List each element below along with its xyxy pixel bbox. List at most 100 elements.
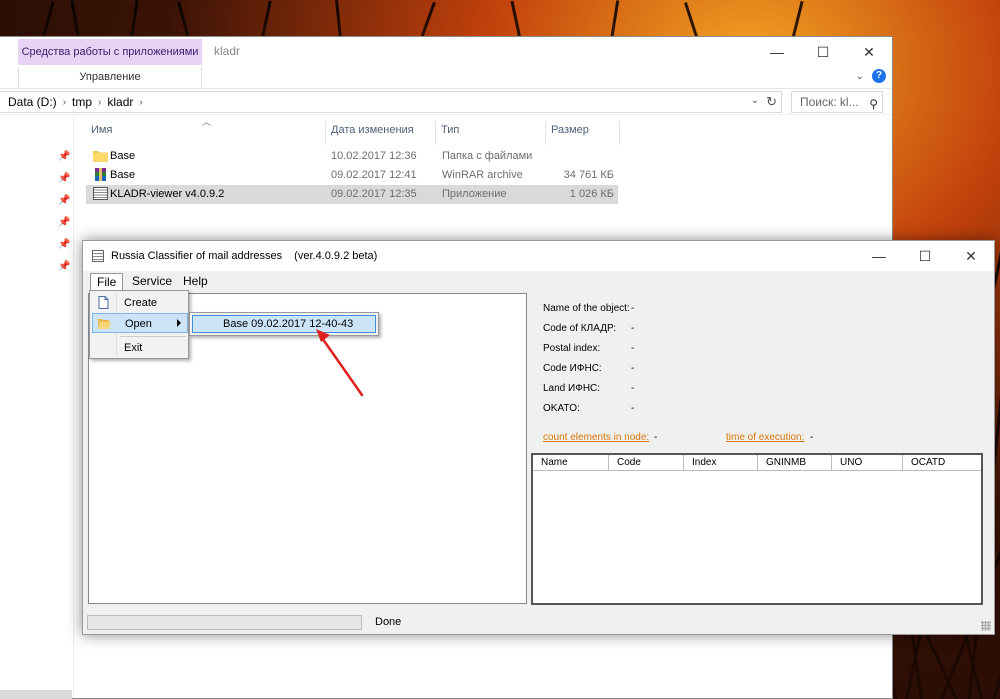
breadcrumb-kladr[interactable]: kladr xyxy=(107,95,133,109)
file-size: 34 761 КБ xyxy=(563,169,614,181)
app-title-text: Russia Classifier of mail addresses xyxy=(111,250,283,262)
app-title: Russia Classifier of mail addresses (ver.… xyxy=(111,250,377,262)
status-text: Done xyxy=(375,616,402,628)
maximize-button[interactable]: ☐ xyxy=(800,37,846,67)
minimize-button[interactable]: — xyxy=(856,241,902,271)
search-placeholder: Поиск: kl... xyxy=(800,95,859,109)
file-name: KLADR-viewer v4.0.9.2 xyxy=(110,188,225,200)
tab-manage[interactable]: Управление xyxy=(18,67,202,89)
app-window: Russia Classifier of mail addresses (ver.… xyxy=(82,240,995,635)
app-icon xyxy=(92,250,104,262)
menu-item-create[interactable]: Create xyxy=(92,293,188,313)
chevron-right-icon[interactable]: › xyxy=(98,97,101,108)
minimize-button[interactable]: — xyxy=(754,37,800,67)
grass-blade xyxy=(420,1,436,39)
pin-icon[interactable]: 📌 xyxy=(58,195,70,206)
column-name[interactable]: Имя xyxy=(86,121,326,145)
info-label: Land ИФНС: xyxy=(543,383,601,394)
grid-column-uno[interactable]: UNO xyxy=(832,455,903,471)
menu-file[interactable]: File xyxy=(90,273,124,291)
menu-help[interactable]: Help xyxy=(177,273,214,291)
menu-separator xyxy=(120,336,186,337)
file-row[interactable]: Base 09.02.2017 12:41 WinRAR archive 34 … xyxy=(86,166,618,185)
time-of-execution-value: - xyxy=(810,432,814,443)
results-grid[interactable]: Name Code Index GNINMB UNO OCATD xyxy=(531,453,983,605)
breadcrumb-tmp[interactable]: tmp xyxy=(72,95,92,109)
grass-blade xyxy=(610,0,620,41)
grid-header: Name Code Index GNINMB UNO OCATD xyxy=(533,455,981,471)
file-type: WinRAR archive xyxy=(442,169,523,181)
progress-bar xyxy=(87,615,362,630)
window-controls: — ☐ ✕ xyxy=(856,241,994,271)
pin-icon[interactable]: 📌 xyxy=(58,151,70,162)
menu-service[interactable]: Service xyxy=(126,273,178,291)
maximize-button[interactable]: ☐ xyxy=(902,241,948,271)
address-row: Data (D:) › tmp › kladr › ⌄ ↻ Поиск: kl.… xyxy=(0,89,892,115)
close-button[interactable]: ✕ xyxy=(948,241,994,271)
info-label: Name of the object: xyxy=(543,303,630,314)
count-elements-value: - xyxy=(654,432,658,443)
grid-column-ocatd[interactable]: OCATD xyxy=(903,455,981,471)
menu-item-label: Open xyxy=(125,318,152,330)
chevron-right-icon[interactable]: › xyxy=(63,97,66,108)
info-value: - xyxy=(631,343,635,354)
column-date[interactable]: Дата изменения xyxy=(326,121,436,145)
address-bar[interactable]: Data (D:) › tmp › kladr › ⌄ ↻ xyxy=(0,91,782,113)
pin-icon[interactable]: 📌 xyxy=(58,217,70,228)
menu-item-label: Create xyxy=(124,297,158,309)
app-version: (ver.4.0.9.2 beta) xyxy=(294,250,378,262)
grid-column-code[interactable]: Code xyxy=(609,455,684,471)
info-label: Postal index: xyxy=(543,343,601,354)
search-input[interactable]: Поиск: kl... ⚲ xyxy=(791,91,883,113)
app-titlebar: Russia Classifier of mail addresses (ver.… xyxy=(83,241,994,271)
info-value: - xyxy=(631,383,635,394)
pin-icon[interactable]: 📌 xyxy=(58,261,70,272)
refresh-icon[interactable]: ↻ xyxy=(766,94,777,110)
chevron-right-icon[interactable]: › xyxy=(139,97,142,108)
chevron-down-icon[interactable]: ⌄ xyxy=(856,71,864,82)
grid-column-gninmb[interactable]: GNINMB xyxy=(758,455,832,471)
status-bar: Done xyxy=(83,610,994,634)
column-headers: ︿ Имя Дата изменения Тип Размер xyxy=(86,117,626,145)
search-icon[interactable]: ⚲ xyxy=(869,94,878,114)
menu-item-exit[interactable]: Exit xyxy=(92,338,188,358)
info-value: - xyxy=(631,303,635,314)
file-name: Base xyxy=(110,169,136,181)
file-row[interactable]: Base 10.02.2017 12:36 Папка с файлами xyxy=(86,147,618,166)
file-type: Приложение xyxy=(442,188,507,200)
info-label: OKATO: xyxy=(543,403,580,414)
breadcrumb-drive[interactable]: Data (D:) xyxy=(8,95,57,109)
file-date: 09.02.2017 12:41 xyxy=(331,169,417,181)
address-dropdown-icon[interactable]: ⌄ xyxy=(751,95,759,106)
file-row-selected[interactable]: KLADR-viewer v4.0.9.2 09.02.2017 12:35 П… xyxy=(86,185,618,204)
ribbon: Управление ⌄ ? xyxy=(0,67,892,89)
column-type[interactable]: Тип xyxy=(436,121,546,145)
info-label: Code ИФНС: xyxy=(543,363,602,374)
menu-item-open[interactable]: Open xyxy=(92,313,188,333)
nav-selected-item[interactable] xyxy=(0,690,72,699)
pin-icon[interactable]: 📌 xyxy=(58,239,70,250)
menu-item-label: Exit xyxy=(124,342,143,354)
context-tab-app-tools[interactable]: Средства работы с приложениями xyxy=(18,39,202,65)
file-type: Папка с файлами xyxy=(442,150,533,162)
winrar-icon xyxy=(95,168,106,181)
grid-column-name[interactable]: Name xyxy=(533,455,609,471)
grid-column-index[interactable]: Index xyxy=(684,455,758,471)
resize-grip[interactable] xyxy=(981,621,991,631)
close-button[interactable]: ✕ xyxy=(846,37,892,67)
time-of-execution-link[interactable]: time of execution: xyxy=(726,432,804,443)
file-size: 1 026 КБ xyxy=(569,188,614,200)
column-size[interactable]: Размер xyxy=(546,121,620,145)
app-icon xyxy=(93,187,108,200)
file-date: 09.02.2017 12:35 xyxy=(331,188,417,200)
window-title: kladr xyxy=(214,44,241,58)
file-menu-dropdown: Create Open Exit xyxy=(89,290,189,359)
count-elements-link[interactable]: count elements in node: xyxy=(543,432,649,443)
annotation-arrow-icon xyxy=(316,329,364,397)
folder-icon xyxy=(93,151,108,162)
help-icon[interactable]: ? xyxy=(872,69,886,83)
navigation-pane: 📌 📌 📌 📌 📌 📌 xyxy=(0,115,74,699)
info-value: - xyxy=(631,323,635,334)
pin-icon[interactable]: 📌 xyxy=(58,173,70,184)
file-date: 10.02.2017 12:36 xyxy=(331,150,417,162)
